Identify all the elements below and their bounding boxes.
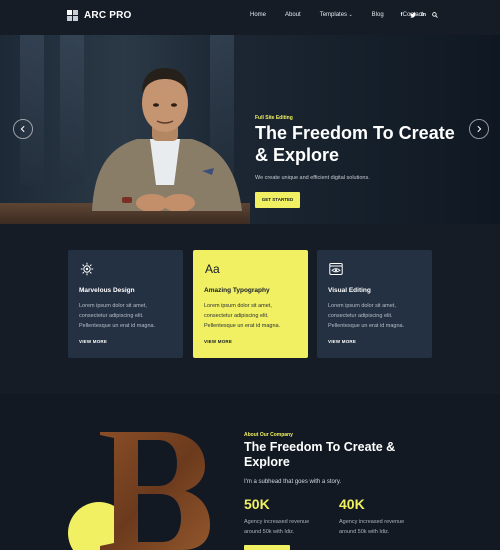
hero-section: Full Site Editing The Freedom To Create … <box>0 35 500 224</box>
social-links: f in <box>399 12 438 20</box>
feature-card-editing[interactable]: Visual Editing Lorem ipsum dolor sit ame… <box>317 250 432 358</box>
decorative-letter-b-graphic <box>68 432 210 550</box>
twitter-icon[interactable] <box>410 12 416 20</box>
about-kicker: About Our Company <box>244 432 293 438</box>
hero-title: The Freedom To Create & Explore <box>255 123 455 165</box>
feature-card-design[interactable]: Marvelous Design Lorem ipsum dolor sit a… <box>68 250 183 358</box>
background-window <box>60 35 84 185</box>
stat-value: 40K <box>339 496 365 512</box>
brand-logo[interactable]: ARC PRO <box>67 10 132 21</box>
feature-description: Lorem ipsum dolor sit amet, consectetur … <box>204 303 281 329</box>
feature-description: Lorem ipsum dolor sit amet, consectetur … <box>328 303 405 329</box>
about-title: The Freedom To Create & Explore <box>244 440 396 469</box>
menu-item-blog[interactable]: Blog <box>372 12 384 18</box>
chevron-right-icon <box>477 125 482 133</box>
hero-subtitle: We create unique and efficient digital s… <box>255 175 370 181</box>
stat-block: 50K Agency increased revenue around 50k … <box>244 496 324 537</box>
feature-title: Visual Editing <box>328 287 371 294</box>
feature-title: Marvelous Design <box>79 287 135 294</box>
about-cta-button[interactable] <box>244 545 290 550</box>
gear-icon <box>80 262 94 276</box>
background-window <box>20 35 44 185</box>
logo-icon <box>67 10 78 21</box>
stat-block: 40K Agency increased revenue around 50k … <box>339 496 419 537</box>
hero-kicker: Full Site Editing <box>255 115 293 121</box>
view-more-link[interactable]: VIEW MORE <box>79 339 107 344</box>
menu-item-home[interactable]: Home <box>250 12 266 18</box>
feature-description: Lorem ipsum dolor sit amet, consectetur … <box>79 303 156 329</box>
menu-item-templates[interactable]: Templates <box>320 12 353 18</box>
feature-title: Amazing Typography <box>204 287 270 294</box>
facebook-icon[interactable]: f <box>399 12 404 20</box>
slider-prev-button[interactable] <box>13 119 33 139</box>
chevron-left-icon <box>20 125 25 133</box>
features-section: Marvelous Design Lorem ipsum dolor sit a… <box>0 224 500 394</box>
slider-next-button[interactable] <box>469 119 489 139</box>
view-more-link[interactable]: VIEW MORE <box>328 339 356 344</box>
menu-item-about[interactable]: About <box>285 12 301 18</box>
hero-portrait-image <box>92 68 242 211</box>
about-subtitle: I'm a subhead that goes with a story. <box>244 479 342 485</box>
stat-value: 50K <box>244 496 270 512</box>
top-navigation: ARC PRO Home About Templates Blog Contac… <box>0 0 500 35</box>
feature-card-typography[interactable]: Aa Amazing Typography Lorem ipsum dolor … <box>193 250 308 358</box>
linkedin-icon[interactable]: in <box>421 12 426 20</box>
get-started-button[interactable]: GET STARTED <box>255 192 300 208</box>
stat-label: Agency increased revenue around 50k with… <box>244 519 310 535</box>
search-icon[interactable] <box>432 12 438 20</box>
about-section: About Our Company The Freedom To Create … <box>0 394 500 550</box>
stat-label: Agency increased revenue around 50k with… <box>339 519 405 535</box>
browser-eye-icon <box>329 263 343 275</box>
brand-name: ARC PRO <box>84 10 132 21</box>
typography-icon: Aa <box>205 262 220 276</box>
view-more-link[interactable]: VIEW MORE <box>204 339 232 344</box>
